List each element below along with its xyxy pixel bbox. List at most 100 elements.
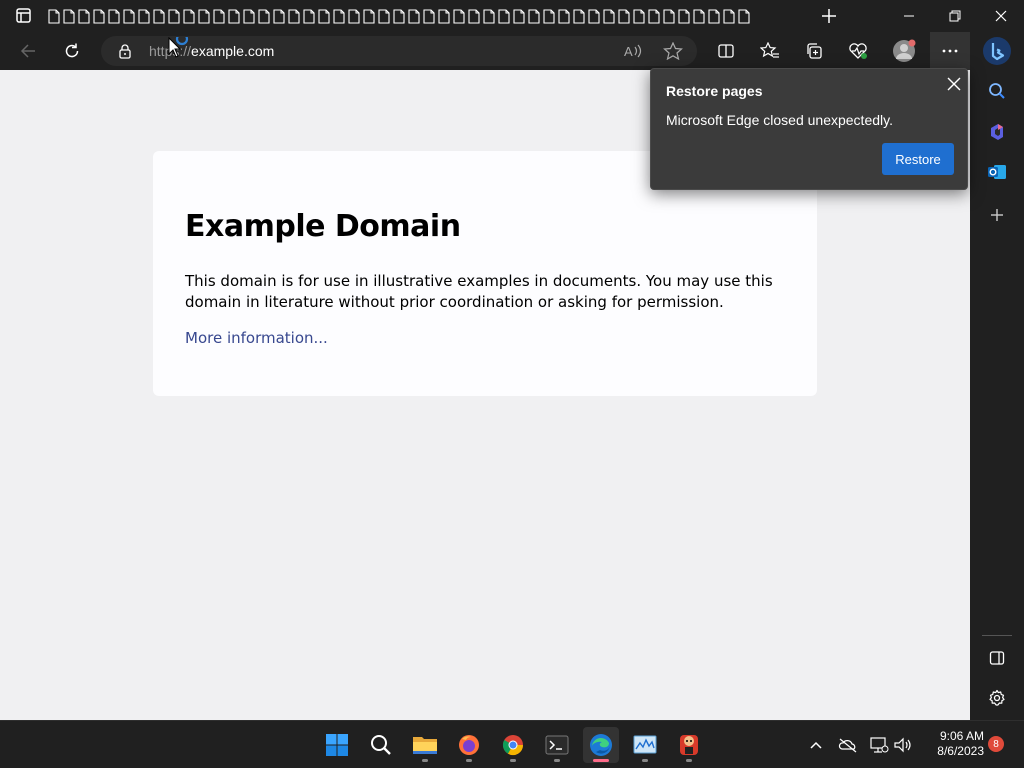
- tab-page-icon[interactable]: [481, 7, 496, 25]
- tab-actions-icon[interactable]: [12, 7, 36, 25]
- settings-more-button[interactable]: [930, 32, 970, 70]
- tab-page-icon[interactable]: [646, 7, 661, 25]
- running-indicator: [554, 759, 560, 762]
- tab-page-icon[interactable]: [616, 7, 631, 25]
- tab-page-icon[interactable]: [526, 7, 541, 25]
- taskbar: 9:06 AM 8/6/2023 8: [0, 720, 1024, 768]
- bing-chat-icon[interactable]: [982, 36, 1012, 66]
- office-icon[interactable]: [983, 118, 1011, 146]
- running-indicator: [686, 759, 692, 762]
- notification-badge[interactable]: 8: [988, 736, 1004, 752]
- tab-page-icon[interactable]: [136, 7, 151, 25]
- start-icon[interactable]: [319, 727, 355, 763]
- tab-page-icon[interactable]: [286, 7, 301, 25]
- tab-page-icon[interactable]: [106, 7, 121, 25]
- new-tab-button[interactable]: [818, 5, 840, 27]
- system-clock[interactable]: 9:06 AM 8/6/2023: [922, 729, 984, 759]
- tab-strip: [0, 0, 1024, 32]
- tab-page-icon[interactable]: [736, 7, 751, 25]
- minimize-button[interactable]: [886, 0, 932, 32]
- search-icon[interactable]: [363, 727, 399, 763]
- add-sidebar-app-icon[interactable]: [983, 201, 1011, 229]
- restore-window-button[interactable]: [932, 0, 978, 32]
- outlook-icon[interactable]: [983, 158, 1011, 186]
- lock-icon[interactable]: [117, 43, 133, 59]
- terminal-icon[interactable]: [539, 727, 575, 763]
- clock-date: 8/6/2023: [937, 744, 984, 758]
- browser-essentials-icon[interactable]: [842, 35, 874, 67]
- collections-icon[interactable]: [798, 35, 830, 67]
- tab-page-icon[interactable]: [586, 7, 601, 25]
- tab-page-icon[interactable]: [121, 7, 136, 25]
- read-aloud-icon[interactable]: A: [623, 42, 643, 60]
- tab-page-icon[interactable]: [226, 7, 241, 25]
- restore-button[interactable]: Restore: [882, 143, 954, 175]
- split-screen-icon[interactable]: [710, 35, 742, 67]
- back-button[interactable]: [12, 35, 44, 67]
- tab-page-icon[interactable]: [721, 7, 736, 25]
- toolbar: https://example.com A: [0, 32, 1024, 70]
- chrome-icon[interactable]: [495, 727, 531, 763]
- tab-page-icon[interactable]: [46, 7, 61, 25]
- task-manager-icon[interactable]: [627, 727, 663, 763]
- tab-page-icon[interactable]: [421, 7, 436, 25]
- more-information-link[interactable]: More information...: [185, 329, 328, 347]
- tab-page-icon[interactable]: [376, 7, 391, 25]
- tab-page-icon[interactable]: [166, 7, 181, 25]
- tab-page-icon[interactable]: [496, 7, 511, 25]
- tab-page-icon[interactable]: [256, 7, 271, 25]
- tab-page-icon[interactable]: [691, 7, 706, 25]
- clock-time: 9:06 AM: [939, 729, 984, 743]
- page-paragraph: This domain is for use in illustrative e…: [185, 272, 773, 311]
- close-window-button[interactable]: [978, 0, 1024, 32]
- firefox-icon[interactable]: [451, 727, 487, 763]
- tab-page-icon[interactable]: [196, 7, 211, 25]
- tab-page-icon[interactable]: [151, 7, 166, 25]
- tab-page-icon[interactable]: [451, 7, 466, 25]
- tab-page-icon[interactable]: [361, 7, 376, 25]
- tab-page-icon[interactable]: [631, 7, 646, 25]
- chevron-up-icon[interactable]: [806, 735, 826, 755]
- tab-page-icon[interactable]: [466, 7, 481, 25]
- favorites-icon[interactable]: [754, 35, 786, 67]
- tab-page-icon[interactable]: [406, 7, 421, 25]
- svg-text:A: A: [624, 44, 633, 59]
- tab-page-icon[interactable]: [91, 7, 106, 25]
- close-icon[interactable]: [945, 75, 963, 93]
- tab-page-icon[interactable]: [706, 7, 721, 25]
- profile-avatar[interactable]: [888, 35, 920, 67]
- tab-page-icon[interactable]: [61, 7, 76, 25]
- volume-icon[interactable]: [893, 735, 913, 755]
- file-explorer-icon[interactable]: [407, 727, 443, 763]
- sidebar-settings-icon[interactable]: [983, 684, 1011, 712]
- tab-page-icon[interactable]: [511, 7, 526, 25]
- tab-page-icon[interactable]: [661, 7, 676, 25]
- tab-page-icon[interactable]: [301, 7, 316, 25]
- tab-page-icon[interactable]: [76, 7, 91, 25]
- tab-page-icon[interactable]: [541, 7, 556, 25]
- network-icon[interactable]: [869, 735, 889, 755]
- tab-page-icon[interactable]: [601, 7, 616, 25]
- refresh-button[interactable]: [56, 35, 88, 67]
- mouse-cursor-icon: [168, 32, 189, 61]
- tab-page-icon[interactable]: [391, 7, 406, 25]
- hide-sidebar-icon[interactable]: [983, 644, 1011, 672]
- tab-page-icon[interactable]: [571, 7, 586, 25]
- onedrive-offline-icon[interactable]: [838, 735, 858, 755]
- tab-page-icon[interactable]: [271, 7, 286, 25]
- tab-page-icon[interactable]: [316, 7, 331, 25]
- tab-page-icon[interactable]: [676, 7, 691, 25]
- edge-icon[interactable]: [583, 727, 619, 763]
- tab-page-icon[interactable]: [556, 7, 571, 25]
- favorite-star-icon[interactable]: [663, 41, 683, 61]
- tab-page-icon[interactable]: [331, 7, 346, 25]
- search-icon[interactable]: [983, 77, 1011, 105]
- tab-page-icon[interactable]: [346, 7, 361, 25]
- game-icon[interactable]: [671, 727, 707, 763]
- running-indicator: [642, 759, 648, 762]
- tab-page-icon[interactable]: [436, 7, 451, 25]
- tab-page-icon[interactable]: [241, 7, 256, 25]
- tab-page-icon[interactable]: [181, 7, 196, 25]
- popup-message: Microsoft Edge closed unexpectedly.: [666, 112, 893, 128]
- tab-page-icon[interactable]: [211, 7, 226, 25]
